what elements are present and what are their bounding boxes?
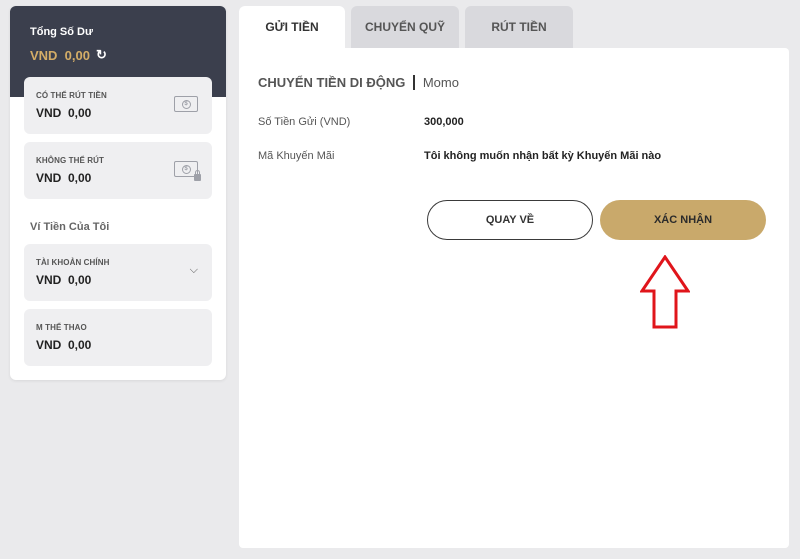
cash-lock-icon: $: [174, 161, 201, 181]
transaction-tabs: GỬI TIỀN CHUYỂN QUỸ RÚT TIỀN: [239, 6, 573, 48]
deposit-amount-label: Số Tiền Gửi (VND): [258, 116, 351, 128]
total-balance-row: VND 0,00 ↻: [30, 47, 226, 63]
total-balance-value: VND 0,00: [30, 47, 90, 63]
withdrawable-balance-card: CÓ THỂ RÚT TIỀN VND 0,00 $: [24, 77, 212, 134]
confirm-button[interactable]: XÁC NHẬN: [600, 200, 766, 240]
total-balance-label: Tổng Số Dư: [30, 26, 93, 38]
annotation-arrow-icon: [640, 255, 690, 329]
balance-sidebar: Tổng Số Dư VND 0,00 ↻ CÓ THỂ RÚT TIỀN VN…: [10, 6, 226, 380]
non-withdrawable-balance-card: KHÔNG THỂ RÚT VND 0,00 $: [24, 142, 212, 199]
sports-wallet-card: M THỂ THAO VND 0,00: [24, 309, 212, 366]
payment-provider: Momo: [422, 75, 459, 90]
back-button[interactable]: QUAY VỀ: [427, 200, 593, 240]
payment-method-title: CHUYỂN TIỀN DI ĐỘNG: [258, 75, 406, 90]
chevron-down-icon[interactable]: ⌵: [190, 264, 198, 277]
main-account-label: TÀI KHOẢN CHÍNH: [36, 258, 110, 267]
tab-transfer[interactable]: CHUYỂN QUỸ: [351, 6, 459, 48]
refresh-icon[interactable]: ↻: [96, 47, 107, 63]
promo-code-value: Tôi không muốn nhận bất kỳ Khuyến Mãi nà…: [424, 150, 662, 162]
my-wallet-title: Ví Tiền Của Tôi: [30, 221, 110, 233]
sports-wallet-value: VND 0,00: [36, 338, 92, 352]
payment-method-header: CHUYỂN TIỀN DI ĐỘNG Momo: [258, 75, 459, 90]
sports-wallet-label: M THỂ THAO: [36, 323, 87, 332]
tab-withdraw[interactable]: RÚT TIỀN: [465, 6, 573, 48]
cash-icon: $: [174, 96, 198, 112]
deposit-panel: CHUYỂN TIỀN DI ĐỘNG Momo Số Tiền Gửi (VN…: [239, 48, 789, 548]
deposit-amount-row: Số Tiền Gửi (VND) 300,000: [258, 116, 464, 128]
tab-deposit[interactable]: GỬI TIỀN: [239, 6, 345, 48]
promo-code-row: Mã Khuyến Mãi Tôi không muốn nhận bất kỳ…: [258, 150, 661, 162]
deposit-amount-value: 300,000: [424, 116, 464, 128]
main-account-value: VND 0,00: [36, 273, 92, 287]
divider: [413, 75, 415, 90]
main-account-card[interactable]: TÀI KHOẢN CHÍNH VND 0,00 ⌵: [24, 244, 212, 301]
promo-code-label: Mã Khuyến Mãi: [258, 150, 335, 162]
